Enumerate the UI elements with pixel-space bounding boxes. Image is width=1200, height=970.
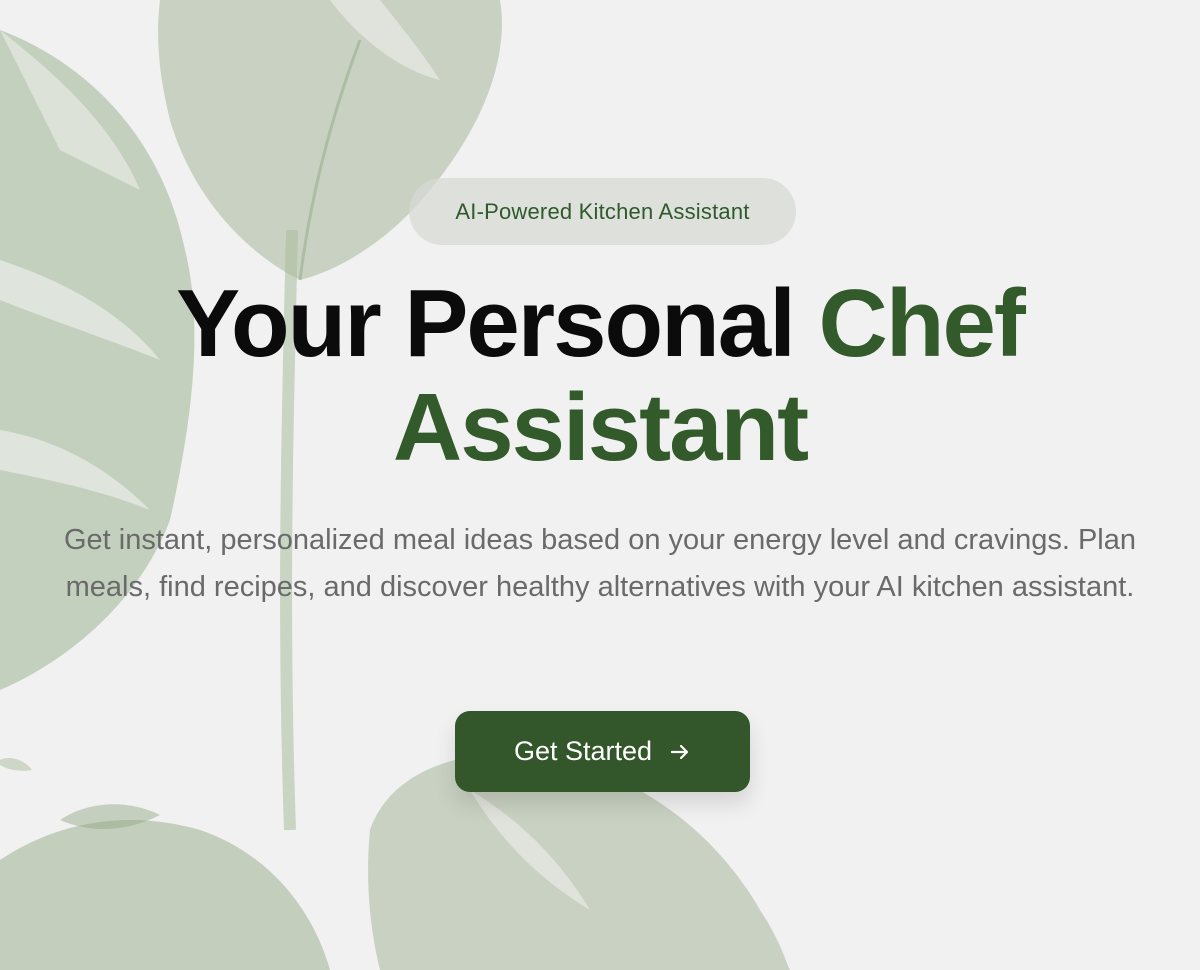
headline-accent-chef: Chef xyxy=(818,270,1026,377)
get-started-label: Get Started xyxy=(513,736,653,766)
hero-subtitle: Get instant, personalized meal ideas bas… xyxy=(63,524,1137,603)
headline-text: Your Personal xyxy=(176,270,796,377)
hero-headline: Your Personal Chef Assistant xyxy=(0,272,1200,480)
get-started-button[interactable]: Get Started xyxy=(455,711,750,792)
hero-badge: AI-Powered Kitchen Assistant xyxy=(409,178,796,245)
arrow-right-icon xyxy=(670,744,689,759)
hero-section: AI-Powered Kitchen Assistant Your Person… xyxy=(0,0,1200,970)
headline-accent-assistant: Assistant xyxy=(392,374,809,481)
